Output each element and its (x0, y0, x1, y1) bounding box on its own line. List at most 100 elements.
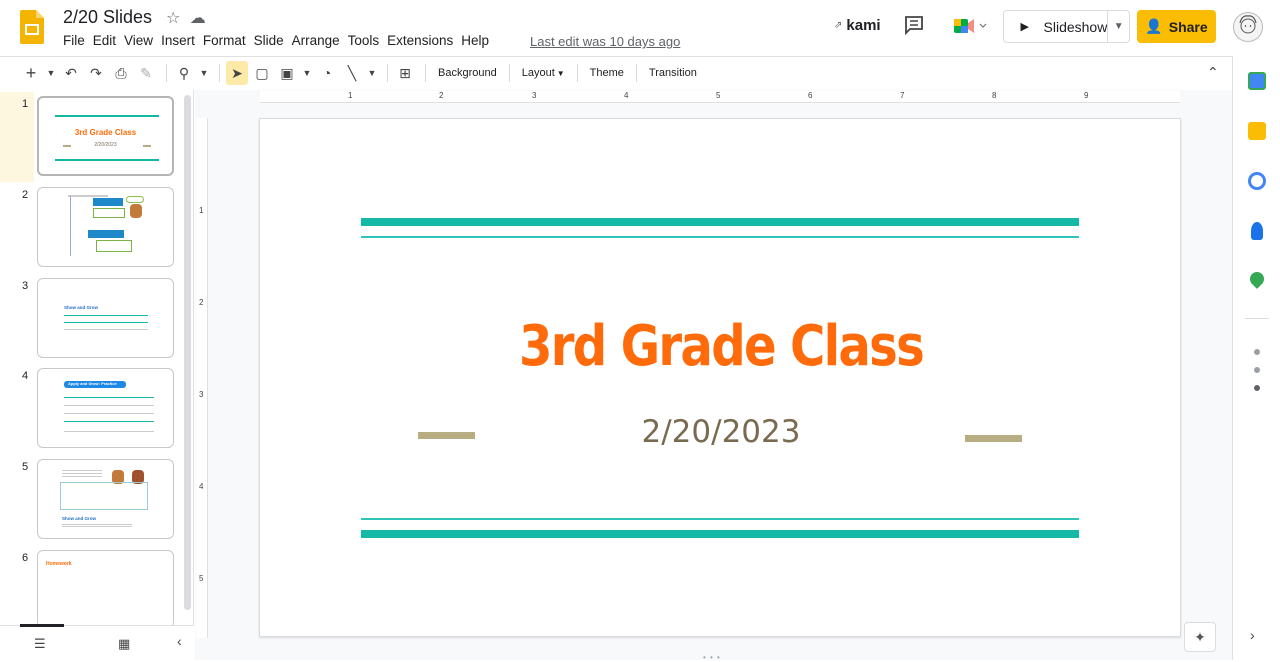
cloud-status-icon[interactable]: ☁ (185, 10, 206, 27)
maps-icon[interactable] (1247, 269, 1267, 289)
slideshow-button[interactable]: ▶ Slideshow ▼ (1003, 10, 1130, 43)
slide-thumbnail-1[interactable]: 3rd Grade Class 2/20/2023 (37, 96, 174, 176)
select-cursor-icon[interactable]: ➤ (226, 61, 248, 85)
image-dropdown-icon[interactable]: ▼ (301, 61, 313, 85)
slide-thumbnail-4[interactable]: Apply and Grow: Practice (37, 368, 174, 448)
thumb-blocks (88, 230, 124, 238)
thumb-text-line (68, 195, 108, 197)
filmstrip-view-icon[interactable]: ☰ (34, 636, 46, 652)
shape-icon[interactable]: ◔ (316, 61, 338, 85)
document-title[interactable]: 2/20 Slides (63, 7, 152, 27)
ruler-mark: 4 (199, 482, 204, 491)
layout-button[interactable]: Layout ▼ (516, 61, 571, 85)
ruler-vertical[interactable]: 1 2 3 4 5 (196, 118, 208, 638)
menu-help[interactable]: Help (461, 33, 493, 48)
keep-icon[interactable] (1248, 122, 1266, 140)
slide-number: 1 (22, 98, 29, 110)
slide-thumbnail-6[interactable]: Homework (37, 550, 174, 628)
image-icon[interactable]: ▣ (276, 61, 298, 85)
filmstrip-scrollbar[interactable] (184, 95, 191, 610)
zoom-dropdown-icon[interactable]: ▼ (198, 61, 210, 85)
slide-thumbnail-2[interactable] (37, 187, 174, 267)
thumb-title: Apply and Grow: Practice (68, 381, 117, 386)
thumb-box (60, 482, 148, 510)
list-view-indicator (20, 624, 64, 627)
menu-edit[interactable]: Edit (93, 33, 120, 48)
menu-insert[interactable]: Insert (161, 33, 199, 48)
share-button[interactable]: 👤 Share (1137, 10, 1216, 43)
slide-number: 6 (22, 552, 29, 564)
paint-format-icon[interactable]: ✎ (135, 61, 157, 85)
menu-view[interactable]: View (124, 33, 157, 48)
ruler-horizontal[interactable]: 1 2 3 4 5 6 7 8 9 (260, 91, 1180, 103)
explore-button[interactable]: ✦ (1184, 622, 1216, 652)
slide-date-subtitle[interactable]: 2/20/2023 (260, 414, 1182, 450)
slide-thumbnail-3[interactable]: Show and Grow (37, 278, 174, 358)
speaker-notes-handle[interactable]: • • • (703, 653, 721, 662)
undo-icon[interactable]: ↶ (60, 61, 82, 85)
right-tan-bar (965, 435, 1022, 442)
slideshow-dropdown-icon[interactable]: ▼ (1107, 11, 1129, 42)
side-panel (1232, 56, 1280, 660)
thumb-blocks (93, 198, 123, 206)
star-icon[interactable]: ☆ (157, 10, 180, 27)
slide-canvas[interactable]: 3rd Grade Class 2/20/2023 (259, 118, 1181, 637)
addon-dot-icon[interactable] (1254, 367, 1260, 373)
expand-side-panel-icon[interactable]: › (1250, 627, 1255, 643)
slide-number: 5 (22, 461, 29, 473)
menu-file[interactable]: File (63, 33, 89, 48)
menu-slide[interactable]: Slide (254, 33, 288, 48)
new-slide-icon[interactable]: + (20, 61, 42, 85)
contacts-icon[interactable] (1251, 222, 1263, 240)
tasks-icon[interactable] (1248, 172, 1266, 190)
thumb-title: Homework (46, 561, 72, 567)
thumb-line (55, 115, 159, 117)
collapse-filmstrip-icon[interactable]: ‹ (177, 633, 182, 649)
ruler-mark: 4 (624, 91, 629, 100)
meet-icon[interactable] (952, 15, 992, 39)
transition-button[interactable]: Transition (643, 61, 703, 85)
add-comment-icon[interactable]: ⊞ (394, 61, 416, 85)
text-box-icon[interactable]: ▢ (251, 61, 273, 85)
ruler-mark: 3 (532, 91, 537, 100)
slides-logo-icon[interactable] (20, 10, 44, 44)
addon-dot-icon[interactable] (1254, 385, 1260, 391)
get-addons-icon[interactable] (1254, 349, 1260, 355)
thumb-row (64, 431, 154, 432)
zoom-icon[interactable]: ⚲ (173, 61, 195, 85)
play-icon: ▶ (1020, 21, 1029, 33)
last-edit-link[interactable]: Last edit was 10 days ago (530, 34, 680, 49)
thumb-text-line (62, 524, 132, 528)
new-slide-dropdown-icon[interactable]: ▼ (45, 61, 57, 85)
thumb-row (64, 421, 154, 422)
menu-format[interactable]: Format (203, 33, 250, 48)
ruler-mark: 6 (808, 91, 813, 100)
line-icon[interactable]: ╲ (341, 61, 363, 85)
side-panel-divider (1245, 318, 1269, 319)
explore-icon: ✦ (1194, 628, 1206, 645)
menu-extensions[interactable]: Extensions (387, 33, 457, 48)
avatar[interactable] (1233, 12, 1263, 42)
print-icon[interactable]: ⎙ (110, 61, 132, 85)
slideshow-label: Slideshow (1043, 18, 1108, 35)
comments-icon[interactable] (903, 14, 927, 38)
line-dropdown-icon[interactable]: ▼ (366, 61, 378, 85)
grid-view-icon[interactable]: ▦ (118, 636, 130, 652)
slide-title[interactable]: 3rd Grade Class (325, 314, 1118, 379)
collapse-menus-icon[interactable]: ⌃ (1207, 64, 1219, 81)
calendar-icon[interactable] (1248, 72, 1266, 90)
ruler-mark: 2 (199, 298, 204, 307)
menu-arrange[interactable]: Arrange (292, 33, 344, 48)
ruler-mark: 3 (199, 390, 204, 399)
toolbar-divider (387, 64, 388, 82)
slide-number: 3 (22, 280, 29, 292)
ruler-mark: 1 (348, 91, 353, 100)
background-button[interactable]: Background (432, 61, 503, 85)
slide-thumbnail-5[interactable]: Show and Grow (37, 459, 174, 539)
redo-icon[interactable]: ↷ (85, 61, 107, 85)
filmstrip-footer (0, 625, 194, 660)
kami-button[interactable]: ⇗ kami (834, 17, 881, 34)
thumb-title: 3rd Grade Class (74, 128, 137, 137)
menu-tools[interactable]: Tools (348, 33, 384, 48)
theme-button[interactable]: Theme (584, 61, 630, 85)
